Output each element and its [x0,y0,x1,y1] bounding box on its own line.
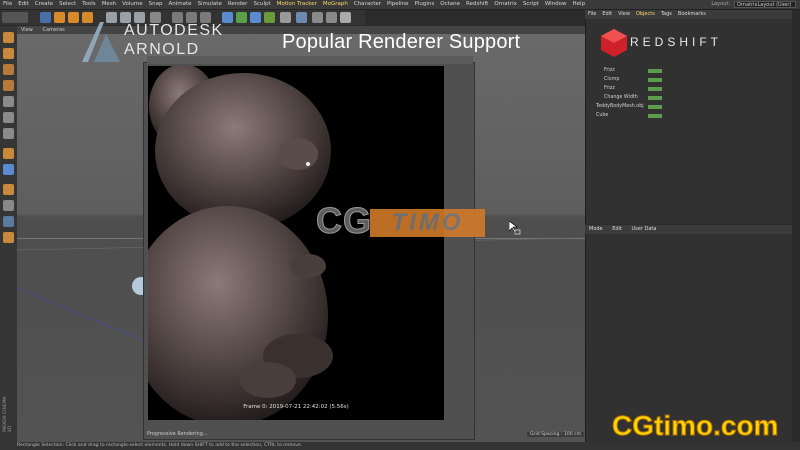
arnold-brand-line2: ARNOLD [124,41,200,58]
attr-menu-user-data[interactable]: User Data [628,226,661,232]
object-row[interactable]: Frizz [586,67,793,75]
menu-item-ornatrix[interactable]: Ornatrix [491,0,520,9]
object-row[interactable]: Frizz [586,85,793,93]
menu-item-plugins[interactable]: Plugins [412,0,438,9]
tweak-mode-icon[interactable] [3,164,14,175]
menu-item-animate[interactable]: Animate [165,0,194,9]
object-name: Clump [604,77,620,82]
texture-mode-icon[interactable] [3,64,14,75]
menu-item-edit[interactable]: Edit [15,0,32,9]
mouse-cursor-icon [509,221,521,235]
deformer-icon[interactable] [264,12,275,23]
live-selection-icon[interactable] [40,12,51,23]
menu-item-volume[interactable]: Volume [119,0,145,9]
object-name: TeddyBodyMesh.obj [596,104,644,109]
scale-icon[interactable] [68,12,79,23]
edges-mode-icon[interactable] [3,112,14,123]
layout-label: Layout: [711,1,730,7]
teddy-bear-render [148,66,333,420]
menu-item-window[interactable]: Window [542,0,570,9]
object-visibility-check-icon[interactable] [648,69,662,73]
right-tab-strip [792,10,800,442]
menu-item-create[interactable]: Create [32,0,56,9]
menu-item-sculpt[interactable]: Sculpt [250,0,273,9]
menu-item-tools[interactable]: Tools [79,0,99,9]
menu-item-octane[interactable]: Octane [437,0,463,9]
menu-item-render[interactable]: Render [225,0,251,9]
move-icon[interactable] [54,12,65,23]
subdivision-icon[interactable] [236,12,247,23]
grid-spacing-label: Grid Spacing : 100 cm [527,432,585,437]
planar-workplane-icon[interactable] [3,216,14,227]
object-row[interactable]: Clump [586,76,793,84]
object-menu-file[interactable]: File [585,11,599,17]
locked-workplane-icon[interactable] [3,200,14,211]
status-bar: Rectangle Selection: Click and drag to r… [17,442,800,450]
watermark-cg: CG [316,200,372,242]
object-menu-bookmarks[interactable]: Bookmarks [675,11,709,17]
axis-mode-icon[interactable] [3,148,14,159]
make-editable-icon[interactable] [3,32,14,43]
object-manager-menu: File Edit View Objects Tags Bookmarks [585,10,792,19]
menu-item-snap[interactable]: Snap [146,0,166,9]
menu-item-mograph[interactable]: MoGraph [320,0,351,9]
object-menu-objects[interactable]: Objects [633,11,658,17]
menu-item-pipeline[interactable]: Pipeline [384,0,412,9]
object-menu-tags[interactable]: Tags [658,11,675,17]
camera-icon[interactable] [296,12,307,23]
polygons-mode-icon[interactable] [3,128,14,139]
grid-icon[interactable] [312,12,323,23]
menu-item-mesh[interactable]: Mesh [99,0,119,9]
arnold-brand-line1: AUTODESK [124,22,224,39]
light-icon[interactable] [340,12,351,23]
scene-icon[interactable] [280,12,291,23]
solo-icon[interactable] [3,232,14,243]
menu-item-file[interactable]: File [0,0,15,9]
model-mode-icon[interactable] [3,48,14,59]
object-row[interactable]: Cube [586,112,793,120]
snap-icon[interactable] [3,184,14,195]
object-visibility-check-icon[interactable] [648,96,662,100]
object-name: Frizz [604,86,615,91]
floor-icon[interactable] [326,12,337,23]
workplane-icon[interactable] [3,80,14,91]
site-watermark: CGtimo.com [611,410,779,442]
undo-icon[interactable] [2,12,28,23]
render-output: Frame 0: 2019-07-21 22:42:02 (5.56s) [148,66,444,420]
attr-menu-mode[interactable]: Mode [585,226,607,232]
render-progress-label: Progressive Rendering... [147,431,208,437]
menu-item-select[interactable]: Select [56,0,79,9]
menu-item-script[interactable]: Script [520,0,542,9]
maxon-logo: MAXON CINEMA 4D [3,396,13,432]
object-row[interactable]: TeddyBodyMesh.obj [586,103,793,111]
main-menu-bar: File Edit Create Select Tools Mesh Volume Snap A… [0,0,800,10]
object-visibility-check-icon[interactable] [648,78,662,82]
watermark-timo: TIMO [370,209,485,237]
array-icon[interactable] [250,12,261,23]
object-visibility-check-icon[interactable] [648,105,662,109]
object-name: Cube [596,113,609,118]
menu-item-character[interactable]: Character [351,0,384,9]
attr-menu-edit[interactable]: Edit [608,226,626,232]
object-visibility-check-icon[interactable] [648,114,662,118]
object-visibility-check-icon[interactable] [648,87,662,91]
object-name: Frizz [604,68,615,73]
menu-item-redshift[interactable]: Redshift [463,0,491,9]
attribute-manager-menu: Mode Edit User Data [585,225,792,234]
layout-dropdown[interactable]: OrnatrixLayout (User) [734,1,796,8]
points-mode-icon[interactable] [3,96,14,107]
left-tool-strip [0,26,18,450]
redshift-brand-text: REDSHIFT [630,35,722,49]
arnold-logo-icon [82,22,120,62]
object-name: Change Width [604,95,638,100]
overlay-title: Popular Renderer Support [282,31,521,53]
object-menu-edit[interactable]: Edit [599,11,615,17]
menu-item-motion-tracker[interactable]: Motion Tracker [274,0,320,9]
menu-item-help[interactable]: Help [570,0,589,9]
menu-item-simulate[interactable]: Simulate [195,0,225,9]
redshift-logo-icon [601,29,627,57]
render-frame-caption: Frame 0: 2019-07-21 22:42:02 (5.56s) [243,404,349,410]
object-row[interactable]: Change Width [586,94,793,102]
object-menu-view[interactable]: View [615,11,633,17]
